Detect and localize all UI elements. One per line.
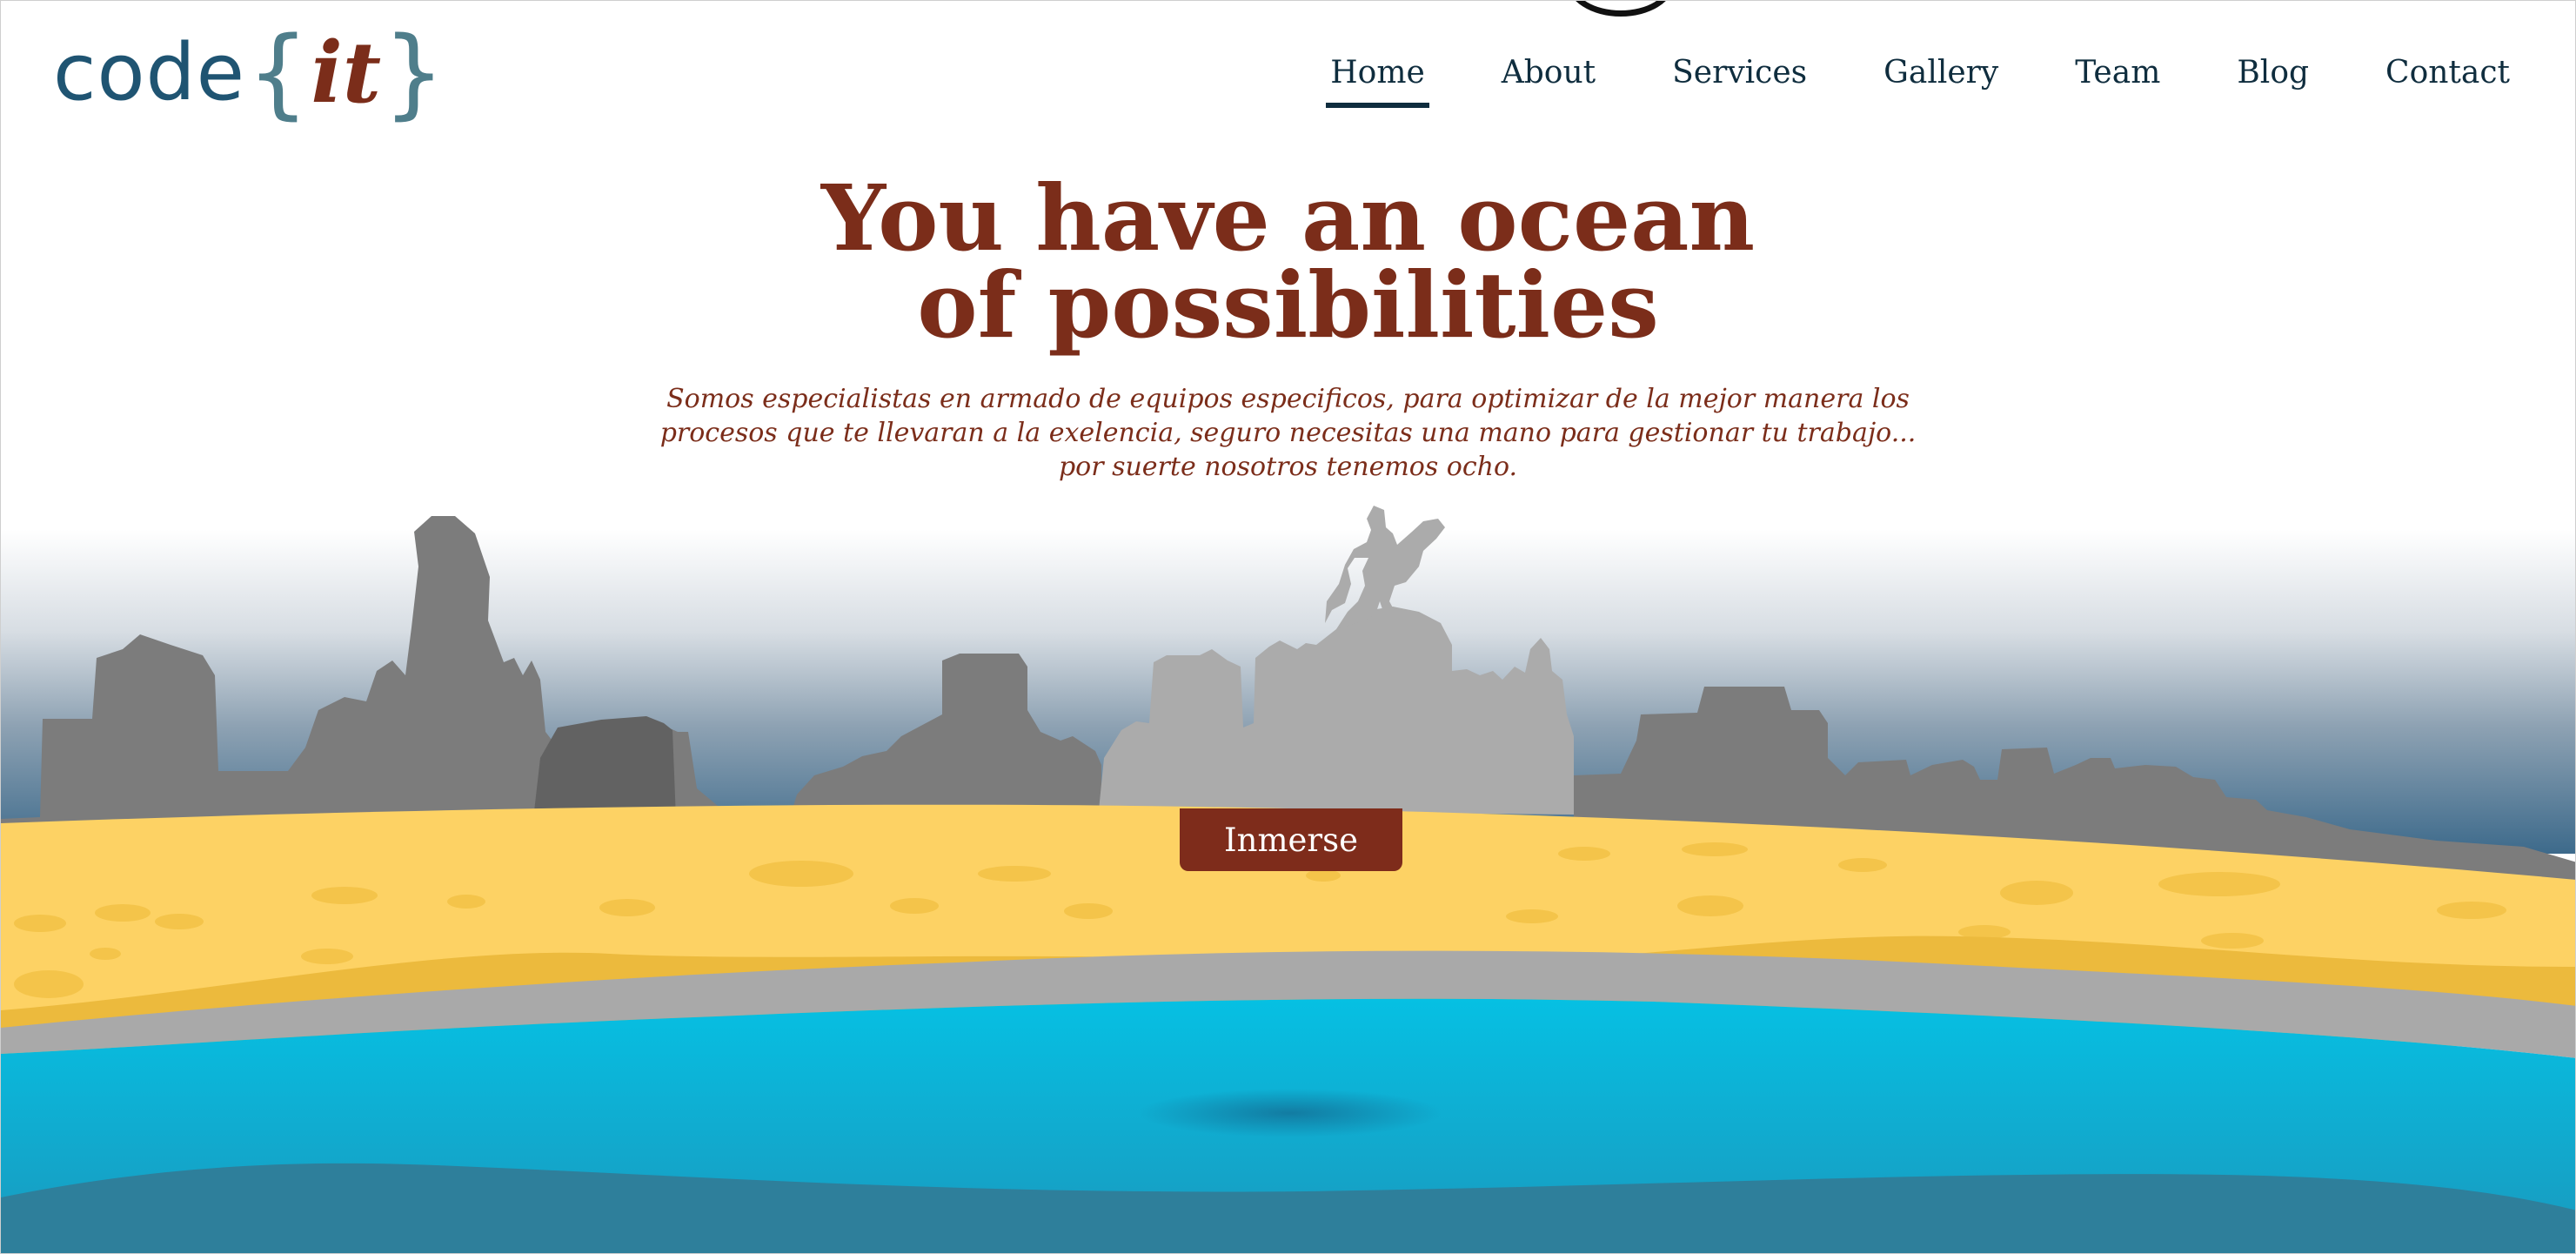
logo-word: code bbox=[53, 27, 246, 118]
nav-gallery[interactable]: Gallery bbox=[1879, 50, 2003, 108]
page-frame: code { it } Home About Services Gallery … bbox=[0, 0, 2576, 1254]
hero-title: You have an ocean of possibilities bbox=[1, 164, 2575, 359]
hero-subtitle-line-3: por suerte nosotros tenemos ocho. bbox=[1058, 452, 1518, 482]
nav-home[interactable]: Home bbox=[1326, 50, 1429, 108]
hero-subtitle: Somos especialistas en armado de equipos… bbox=[1, 382, 2575, 484]
codeit-logo[interactable]: code { it } bbox=[53, 17, 446, 130]
inmerse-button[interactable]: Inmerse bbox=[1180, 808, 1402, 871]
nav-contact[interactable]: Contact bbox=[2381, 50, 2514, 108]
hero-subtitle-line-1: Somos especialistas en armado de equipos… bbox=[666, 384, 1910, 414]
main-nav: Home About Services Gallery Team Blog Co… bbox=[1258, 50, 2514, 108]
hero-title-line-2: of possibilities bbox=[917, 251, 1659, 359]
hero-subtitle-line-2: procesos que te llevaran a la exelencia,… bbox=[659, 418, 1917, 448]
nav-team[interactable]: Team bbox=[2071, 50, 2165, 108]
site-header: code { it } Home About Services Gallery … bbox=[1, 1, 2575, 149]
nav-blog[interactable]: Blog bbox=[2232, 50, 2313, 108]
button-shadow-reflection bbox=[1138, 1089, 1442, 1137]
nav-about[interactable]: About bbox=[1497, 50, 1600, 108]
logo-open-brace: { bbox=[247, 17, 310, 130]
nav-services[interactable]: Services bbox=[1668, 50, 1811, 108]
hero-title-line-1: You have an ocean bbox=[820, 164, 1756, 272]
logo-accent: it bbox=[311, 23, 382, 122]
logo-close-brace: } bbox=[383, 17, 445, 130]
